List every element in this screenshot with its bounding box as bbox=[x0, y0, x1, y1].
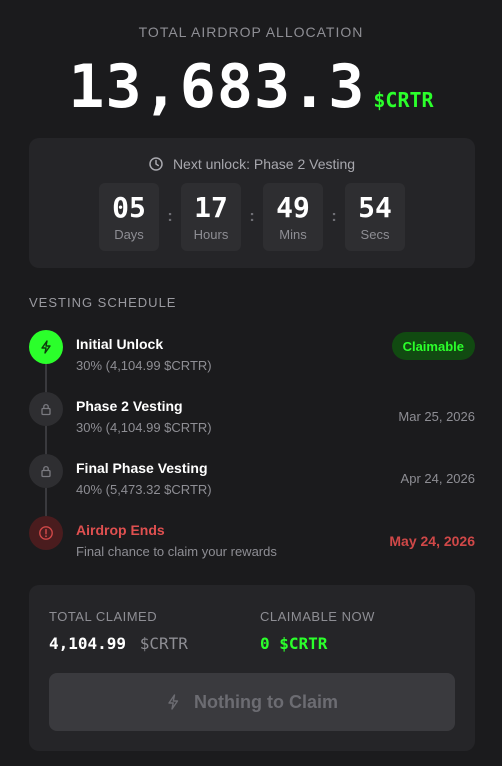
total-claimed-label: TOTAL CLAIMED bbox=[49, 609, 158, 624]
milestone-detail: Final chance to claim your rewards bbox=[76, 544, 277, 559]
milestone-phase-2: Phase 2 Vesting 30% (4,104.99 $CRTR) Mar… bbox=[29, 392, 475, 436]
allocation-total: 13,683.3 $CRTR bbox=[0, 52, 502, 122]
allocation-label: TOTAL AIRDROP ALLOCATION bbox=[138, 24, 364, 40]
milestone-date: May 24, 2026 bbox=[389, 533, 475, 549]
milestone-title: Phase 2 Vesting bbox=[76, 398, 183, 414]
claimable-now-value: 0 $CRTR bbox=[260, 634, 328, 653]
bolt-icon bbox=[29, 330, 63, 364]
bolt-icon bbox=[168, 694, 179, 710]
countdown-days: 05 Days bbox=[99, 183, 159, 251]
total-claimed-amount: 4,104.99 bbox=[49, 634, 127, 653]
milestone-title: Airdrop Ends bbox=[76, 522, 165, 538]
milestone-date: Apr 24, 2026 bbox=[400, 471, 475, 486]
countdown-timer: 05 Days : 17 Hours : 49 Mins : 54 Secs bbox=[29, 183, 475, 251]
countdown-value: 05 bbox=[112, 190, 146, 224]
claimable-badge: Claimable bbox=[391, 332, 475, 360]
allocation-amount: 13,683.3 bbox=[68, 52, 366, 122]
lock-icon bbox=[29, 392, 63, 426]
countdown-unit: Mins bbox=[279, 226, 307, 242]
countdown-unit: Days bbox=[114, 226, 144, 242]
claimable-now-label: CLAIMABLE NOW bbox=[260, 609, 375, 624]
timeline-line bbox=[45, 348, 47, 530]
next-unlock-row: Next unlock: Phase 2 Vesting bbox=[29, 156, 475, 172]
countdown-hours: 17 Hours bbox=[181, 183, 241, 251]
milestone-title: Initial Unlock bbox=[76, 336, 164, 352]
milestone-initial-unlock: Initial Unlock 30% (4,104.99 $CRTR) Clai… bbox=[29, 330, 475, 374]
milestone-detail: 30% (4,104.99 $CRTR) bbox=[76, 358, 212, 373]
separator: : bbox=[167, 208, 173, 225]
clock-icon bbox=[149, 157, 163, 171]
total-claimed-token: $CRTR bbox=[139, 634, 188, 653]
countdown-mins: 49 Mins bbox=[263, 183, 323, 251]
milestone-final-phase: Final Phase Vesting 40% (5,473.32 $CRTR)… bbox=[29, 454, 475, 498]
total-claimed-value: 4,104.99 $CRTR bbox=[49, 634, 188, 653]
countdown-card: Next unlock: Phase 2 Vesting 05 Days : 1… bbox=[29, 138, 475, 268]
claim-button[interactable]: Nothing to Claim bbox=[49, 673, 455, 731]
milestone-title: Final Phase Vesting bbox=[76, 460, 208, 476]
countdown-value: 49 bbox=[276, 190, 310, 224]
countdown-value: 54 bbox=[358, 190, 392, 224]
claim-button-label: Nothing to Claim bbox=[194, 691, 338, 712]
allocation-token: $CRTR bbox=[373, 88, 434, 112]
countdown-unit: Secs bbox=[360, 226, 390, 242]
vesting-schedule-title: VESTING SCHEDULE bbox=[29, 295, 177, 310]
countdown-secs: 54 Secs bbox=[345, 183, 405, 251]
milestone-airdrop-ends: Airdrop Ends Final chance to claim your … bbox=[29, 516, 475, 560]
milestone-date: Mar 25, 2026 bbox=[398, 409, 475, 424]
separator: : bbox=[249, 208, 255, 225]
milestone-detail: 30% (4,104.99 $CRTR) bbox=[76, 420, 212, 435]
countdown-value: 17 bbox=[194, 190, 228, 224]
claim-summary-card: TOTAL CLAIMED 4,104.99 $CRTR CLAIMABLE N… bbox=[29, 585, 475, 751]
milestone-detail: 40% (5,473.32 $CRTR) bbox=[76, 482, 212, 497]
countdown-unit: Hours bbox=[193, 226, 229, 242]
next-unlock-text: Next unlock: Phase 2 Vesting bbox=[172, 156, 356, 172]
alert-circle-icon bbox=[29, 516, 63, 550]
separator: : bbox=[331, 208, 337, 225]
lock-icon bbox=[29, 454, 63, 488]
